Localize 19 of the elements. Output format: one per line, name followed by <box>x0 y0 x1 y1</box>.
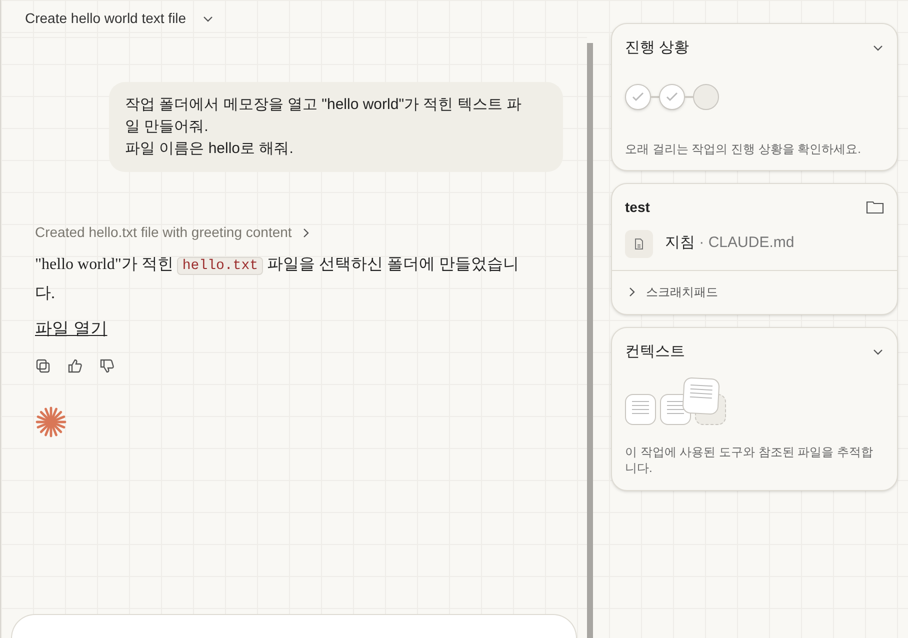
panel-title: 진행 상황 <box>625 38 690 58</box>
sparkle-logo-icon <box>35 406 67 438</box>
assistant-reply: "hello world"가 적힌 hello.txt 파일을 선택하신 폴더에 만들었습니다. <box>35 255 520 304</box>
step-summary[interactable]: Created hello.txt file with greeting content <box>35 222 292 243</box>
file-entry[interactable]: 지침 · CLAUDE.md <box>665 232 794 255</box>
thumbs-down-icon[interactable] <box>99 358 115 374</box>
project-title: test <box>625 198 650 216</box>
message-input-field[interactable] <box>11 614 577 638</box>
open-file-link[interactable]: 파일 열기 <box>35 316 108 342</box>
panel-title: 컨텍스트 <box>625 342 685 362</box>
scratchpad-toggle[interactable]: 스크래치패드 <box>646 283 718 301</box>
panel-hint: 오래 걸리는 작업의 진행 상황을 확인하세요. <box>625 140 862 158</box>
conversation-title: Create hello world text file <box>25 9 186 28</box>
user-message: 작업 폴더에서 메모장을 열고 "hello world"가 적힌 텍스트 파일 만들어줘. 파일 이름은 hello로 해줘. <box>109 82 563 172</box>
file-icon <box>625 230 653 258</box>
panel-hint: 이 작업에 사용된 도구와 참조된 파일을 추적합니다. <box>625 444 874 476</box>
folder-icon[interactable] <box>866 200 884 214</box>
thumbs-up-icon[interactable] <box>67 358 83 374</box>
copy-icon[interactable] <box>35 358 51 374</box>
